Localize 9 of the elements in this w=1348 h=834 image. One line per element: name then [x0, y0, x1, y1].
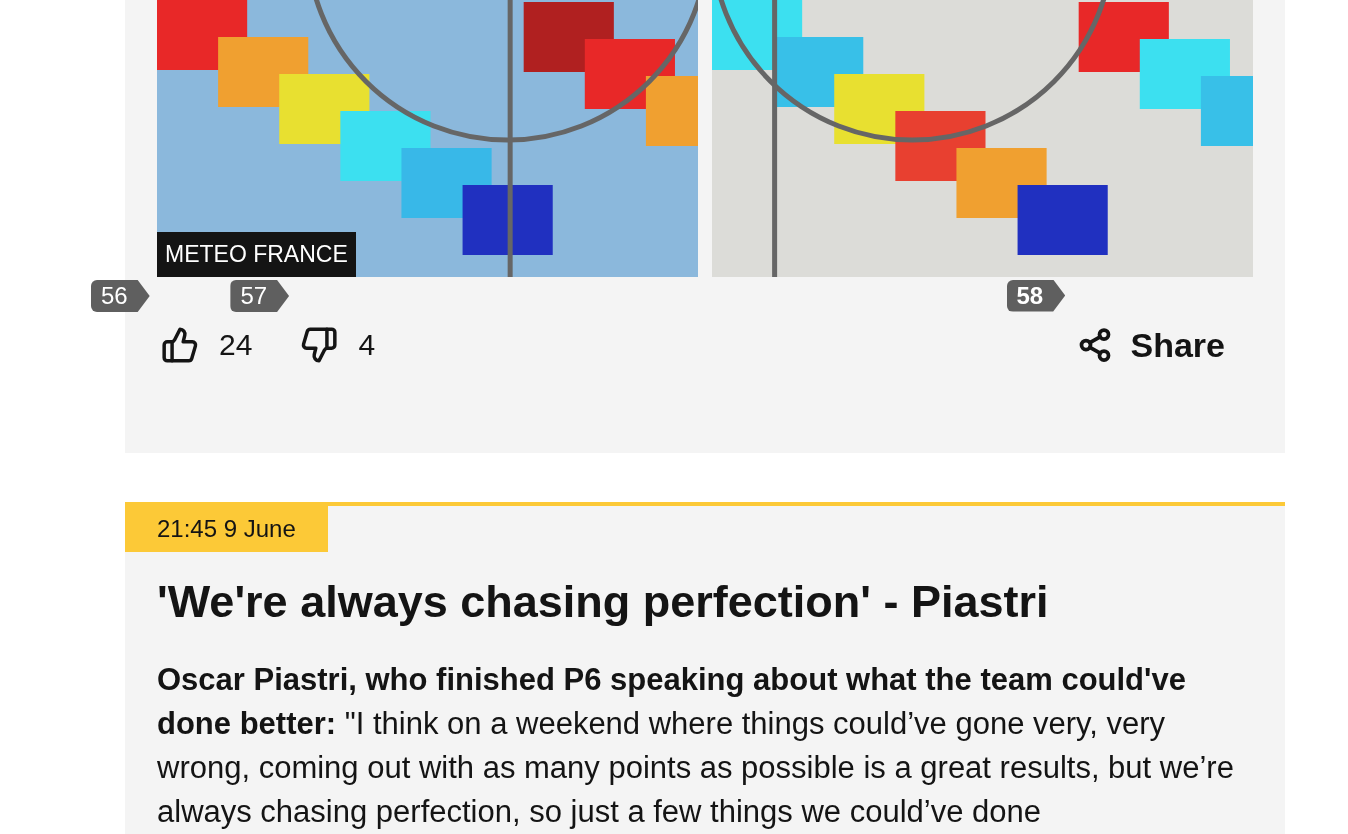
thumbs-down-icon: [300, 326, 339, 364]
hint-badge: 56: [91, 280, 150, 312]
thumbs-up-icon: [161, 326, 199, 364]
hint-badge: 57: [230, 280, 290, 312]
image-credit: METEO FRANCE: [157, 232, 356, 277]
hint-badge: 58: [1006, 279, 1066, 312]
paragraph: Oscar Piastri, who finished P6 speaking about what the team could've done better: "I think on a weekend where things could’ve gone very, very wrong, coming out with as many points as possible is a great results, but we’re always chasing perfection, so just a few things we could’ve done: [157, 661, 1235, 831]
timestamp: 21:45 9 June: [125, 506, 328, 552]
headline: 'We're always chasing perfection' - Piastri: [157, 576, 1050, 628]
